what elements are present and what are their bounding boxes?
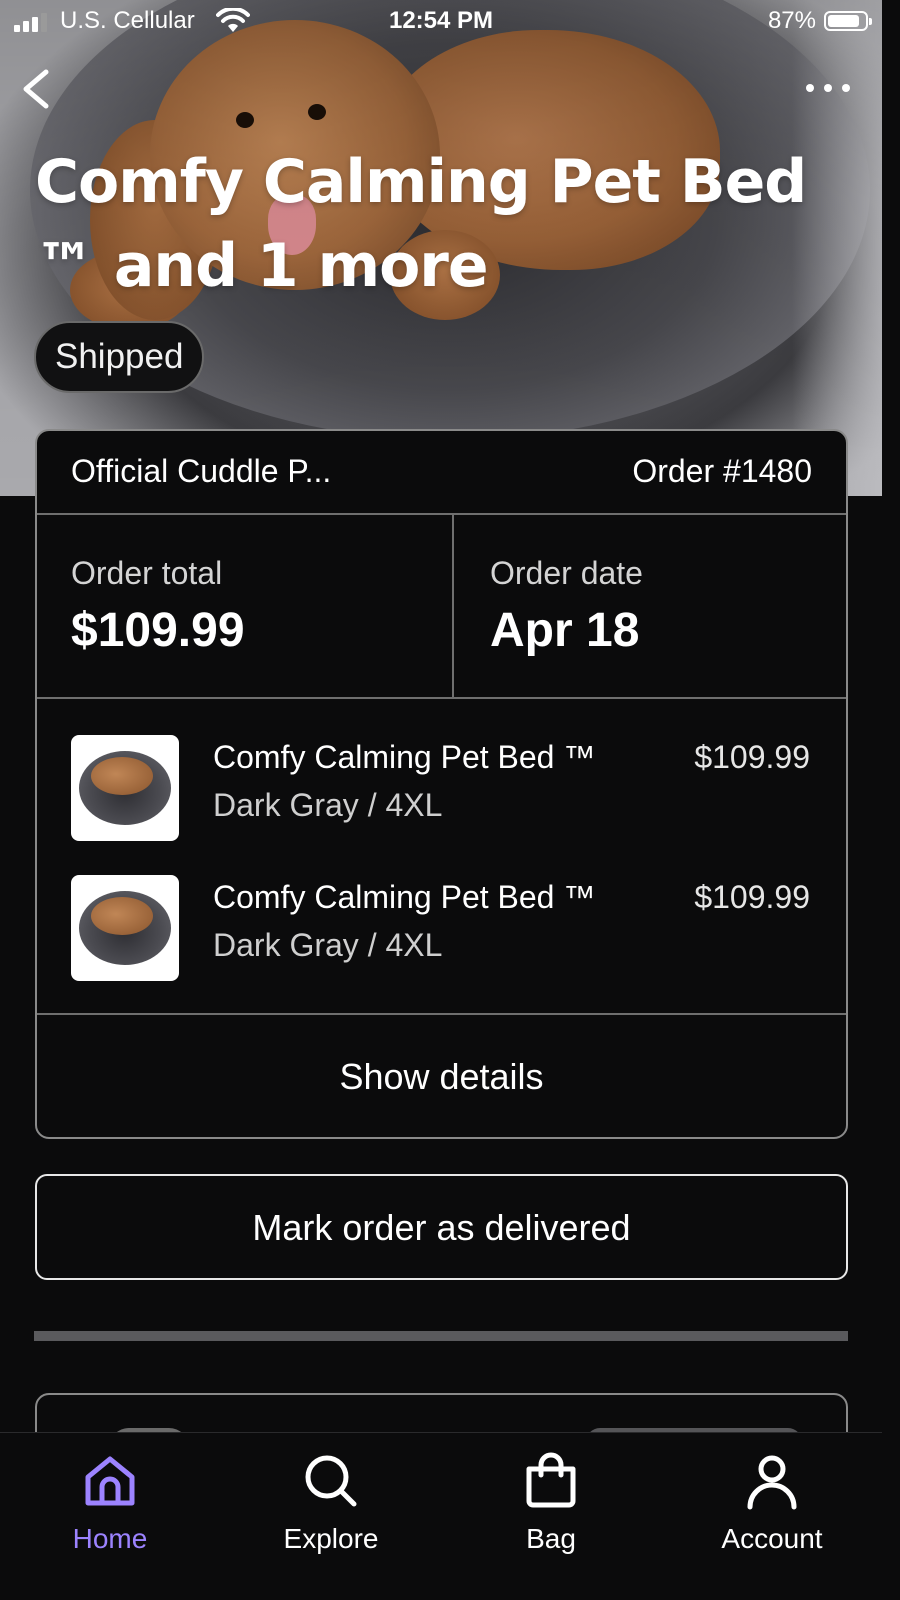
order-item[interactable]: Comfy Calming Pet Bed ™ Dark Gray / 4XL …: [37, 735, 846, 843]
item-name: Comfy Calming Pet Bed ™: [213, 879, 596, 915]
section-divider: [34, 1331, 848, 1341]
battery-percent: 87%: [767, 7, 816, 34]
order-date-label: Order date: [490, 555, 643, 591]
tab-label: Account: [721, 1523, 823, 1554]
item-price: $109.99: [694, 879, 810, 915]
page-title: Comfy Calming Pet Bed ™ and 1 more: [35, 147, 807, 301]
order-total-label: Order total: [71, 555, 223, 591]
bottom-tab-bar: Home Explore Bag Account: [0, 1432, 882, 1569]
search-icon: [305, 1455, 357, 1507]
order-summary-card: Official Cuddle P... Order #1480 Order t…: [35, 429, 848, 1139]
battery-icon: [824, 11, 872, 31]
status-badge: Shipped: [34, 321, 205, 393]
order-items-list: Comfy Calming Pet Bed ™ Dark Gray / 4XL …: [37, 699, 846, 1015]
order-card-header: Official Cuddle P... Order #1480: [37, 431, 846, 515]
order-total-value: $109.99: [71, 604, 245, 657]
order-date-value: Apr 18: [490, 604, 640, 657]
item-variant: Dark Gray / 4XL: [213, 927, 443, 963]
tab-label: Home: [72, 1523, 148, 1554]
account-icon: [747, 1455, 797, 1510]
back-arrow-icon[interactable]: [16, 66, 56, 112]
order-date-cell: Order date Apr 18: [456, 515, 846, 697]
home-icon: [85, 1456, 135, 1506]
order-number: Order #1480: [632, 453, 812, 489]
status-bar: U.S. Cellular 12:54 PM 87%: [0, 0, 882, 44]
tab-account[interactable]: Account: [692, 1433, 852, 1569]
shop-name[interactable]: Official Cuddle P...: [71, 453, 331, 490]
mark-delivered-button[interactable]: Mark order as delivered: [35, 1174, 848, 1280]
product-thumbnail: [71, 875, 179, 981]
more-options-icon[interactable]: [804, 76, 852, 100]
tab-bag[interactable]: Bag: [471, 1433, 631, 1569]
clock-time: 12:54 PM: [388, 7, 494, 34]
tab-home[interactable]: Home: [30, 1433, 190, 1569]
show-details-button[interactable]: Show details: [37, 1015, 846, 1137]
tab-explore[interactable]: Explore: [251, 1433, 411, 1569]
order-total-cell: Order total $109.99: [37, 515, 454, 697]
order-item[interactable]: Comfy Calming Pet Bed ™ Dark Gray / 4XL …: [37, 875, 846, 983]
product-thumbnail: [71, 735, 179, 841]
order-stats: Order total $109.99 Order date Apr 18: [37, 515, 846, 699]
bag-icon: [526, 1452, 576, 1508]
item-variant: Dark Gray / 4XL: [213, 787, 443, 823]
item-price: $109.99: [694, 739, 810, 775]
tab-label: Bag: [526, 1523, 576, 1554]
tab-label: Explore: [283, 1523, 379, 1554]
item-name: Comfy Calming Pet Bed ™: [213, 739, 596, 775]
